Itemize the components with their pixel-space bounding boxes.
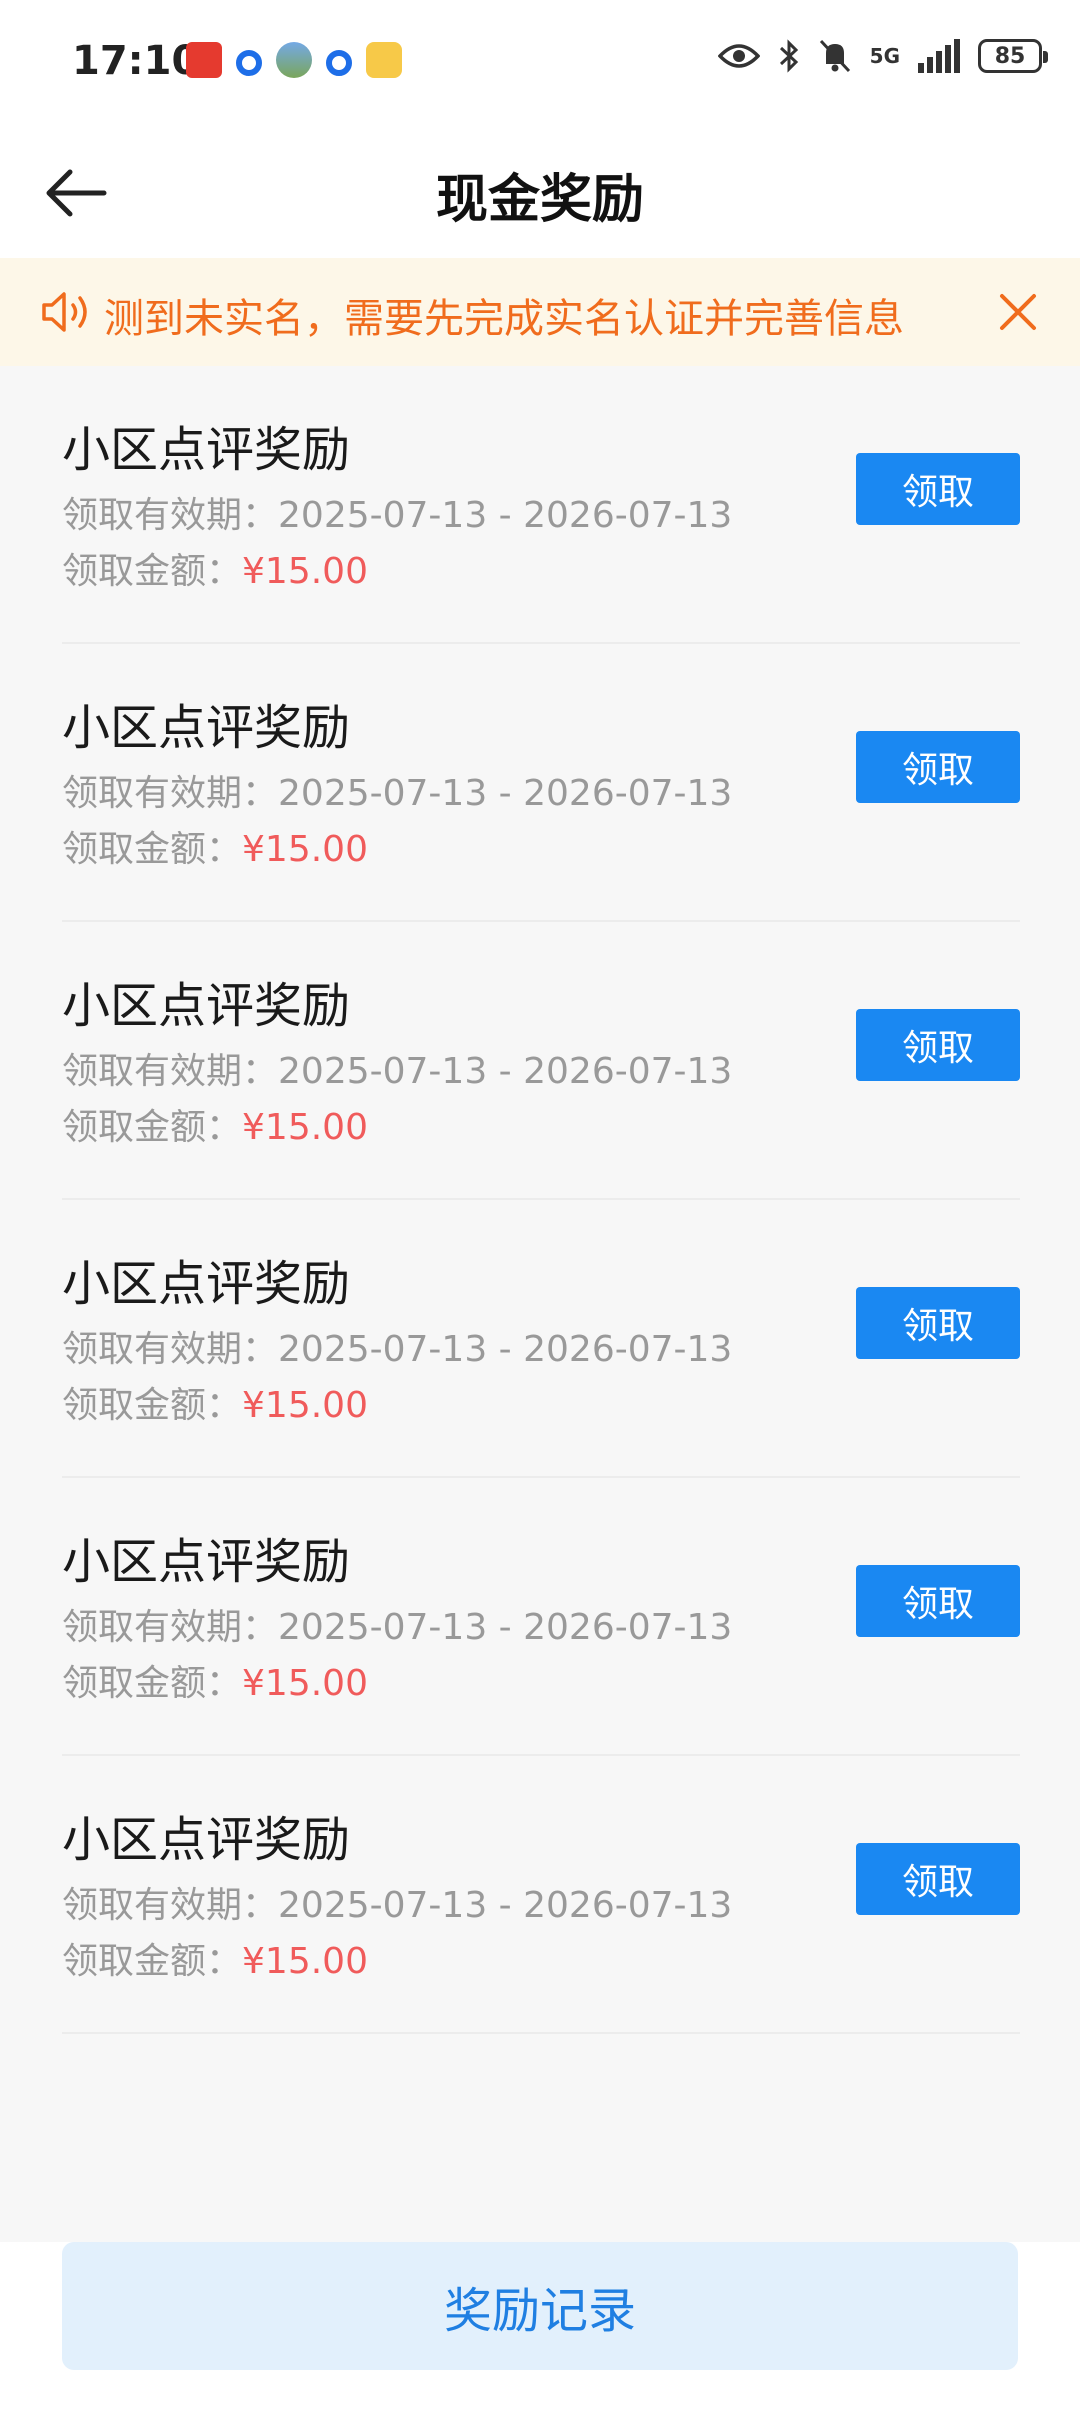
amount-value: ¥15.00 bbox=[242, 1663, 368, 1704]
reward-list: 小区点评奖励 领取有效期：2025-07-13 - 2026-07-13 领取金… bbox=[62, 366, 1020, 2034]
reward-title: 小区点评奖励 bbox=[62, 422, 351, 478]
reward-amount: 领取金额：¥15.00 bbox=[62, 542, 368, 594]
reward-period: 领取有效期：2025-07-13 - 2026-07-13 bbox=[62, 1042, 732, 1094]
claim-button[interactable]: 领取 bbox=[856, 731, 1020, 803]
reward-item: 小区点评奖励 领取有效期：2025-07-13 - 2026-07-13 领取金… bbox=[62, 366, 1020, 644]
reward-records-button[interactable]: 奖励记录 bbox=[62, 2242, 1018, 2370]
bottom-bar: 奖励记录 bbox=[0, 2242, 1080, 2412]
reward-item: 小区点评奖励 领取有效期：2025-07-13 - 2026-07-13 领取金… bbox=[62, 922, 1020, 1200]
claim-button[interactable]: 领取 bbox=[856, 1565, 1020, 1637]
amount-value: ¥15.00 bbox=[242, 1941, 368, 1982]
app-header: 现金奖励 bbox=[0, 125, 1080, 258]
circle-app-icon bbox=[236, 49, 262, 76]
period-value: 2025-07-13 - 2026-07-13 bbox=[278, 495, 733, 536]
reward-title: 小区点评奖励 bbox=[62, 1256, 351, 1312]
notification-icons bbox=[186, 42, 402, 78]
reward-period: 领取有效期：2025-07-13 - 2026-07-13 bbox=[62, 486, 732, 538]
weibo-app-icon bbox=[366, 42, 402, 78]
amount-label: 领取金额： bbox=[62, 1941, 243, 1982]
shopping-app-icon bbox=[186, 42, 222, 78]
period-value: 2025-07-13 - 2026-07-13 bbox=[278, 1329, 733, 1370]
status-time: 17:10 bbox=[72, 38, 200, 84]
reward-title: 小区点评奖励 bbox=[62, 700, 351, 756]
reward-amount: 领取金额：¥15.00 bbox=[62, 1098, 368, 1150]
reward-period: 领取有效期：2025-07-13 - 2026-07-13 bbox=[62, 1598, 732, 1650]
battery-icon: 85 bbox=[978, 39, 1048, 73]
status-indicators: 5G 85 bbox=[717, 38, 1048, 74]
bluetooth-icon bbox=[779, 39, 798, 73]
page-title: 现金奖励 bbox=[435, 170, 644, 230]
period-value: 2025-07-13 - 2026-07-13 bbox=[278, 1885, 733, 1926]
reward-period: 领取有效期：2025-07-13 - 2026-07-13 bbox=[62, 764, 732, 816]
notice-text: 测到未实名，需要先完成实名认证并完善信息 bbox=[104, 296, 904, 342]
reward-amount: 领取金额：¥15.00 bbox=[62, 1654, 368, 1706]
claim-button[interactable]: 领取 bbox=[856, 453, 1020, 525]
reward-title: 小区点评奖励 bbox=[62, 978, 351, 1034]
claim-button[interactable]: 领取 bbox=[856, 1843, 1020, 1915]
speaker-icon bbox=[42, 292, 87, 332]
reward-amount: 领取金额：¥15.00 bbox=[62, 1932, 368, 1984]
reward-item: 小区点评奖励 领取有效期：2025-07-13 - 2026-07-13 领取金… bbox=[62, 1756, 1020, 2034]
status-bar: 17:10 5G 85 bbox=[0, 0, 1080, 125]
signal-icon bbox=[918, 39, 960, 73]
claim-button[interactable]: 领取 bbox=[856, 1287, 1020, 1359]
period-label: 领取有效期： bbox=[62, 1051, 279, 1092]
period-label: 领取有效期： bbox=[62, 1607, 279, 1648]
network-type: 5G bbox=[869, 44, 900, 68]
period-label: 领取有效期： bbox=[62, 495, 279, 536]
reward-item: 小区点评奖励 领取有效期：2025-07-13 - 2026-07-13 领取金… bbox=[62, 1200, 1020, 1478]
period-label: 领取有效期： bbox=[62, 1885, 279, 1926]
amount-value: ¥15.00 bbox=[242, 829, 368, 870]
amount-value: ¥15.00 bbox=[242, 1385, 368, 1426]
reward-period: 领取有效期：2025-07-13 - 2026-07-13 bbox=[62, 1876, 732, 1928]
period-label: 领取有效期： bbox=[62, 1329, 279, 1370]
amount-label: 领取金额： bbox=[62, 1385, 243, 1426]
period-value: 2025-07-13 - 2026-07-13 bbox=[278, 1051, 733, 1092]
period-label: 领取有效期： bbox=[62, 773, 279, 814]
reward-title: 小区点评奖励 bbox=[62, 1534, 351, 1590]
eye-icon bbox=[717, 44, 760, 68]
circle-app-icon bbox=[326, 49, 352, 76]
amount-label: 领取金额： bbox=[62, 1107, 243, 1148]
reward-item: 小区点评奖励 领取有效期：2025-07-13 - 2026-07-13 领取金… bbox=[62, 644, 1020, 922]
photo-app-icon bbox=[276, 42, 312, 78]
amount-value: ¥15.00 bbox=[242, 1107, 368, 1148]
reward-title: 小区点评奖励 bbox=[62, 1812, 351, 1868]
amount-label: 领取金额： bbox=[62, 551, 243, 592]
period-value: 2025-07-13 - 2026-07-13 bbox=[278, 1607, 733, 1648]
claim-button[interactable]: 领取 bbox=[856, 1009, 1020, 1081]
amount-label: 领取金额： bbox=[62, 1663, 243, 1704]
reward-amount: 领取金额：¥15.00 bbox=[62, 1376, 368, 1428]
close-notice-button[interactable] bbox=[986, 280, 1050, 344]
reward-period: 领取有效期：2025-07-13 - 2026-07-13 bbox=[62, 1320, 732, 1372]
battery-level: 85 bbox=[994, 43, 1026, 69]
reward-amount: 领取金额：¥15.00 bbox=[62, 820, 368, 872]
close-icon bbox=[1000, 294, 1036, 330]
mute-bell-icon bbox=[819, 39, 850, 73]
amount-value: ¥15.00 bbox=[242, 551, 368, 592]
reward-item: 小区点评奖励 领取有效期：2025-07-13 - 2026-07-13 领取金… bbox=[62, 1478, 1020, 1756]
period-value: 2025-07-13 - 2026-07-13 bbox=[278, 773, 733, 814]
amount-label: 领取金额： bbox=[62, 829, 243, 870]
notice-bar[interactable]: 测到未实名，需要先完成实名认证并完善信息 bbox=[0, 258, 1080, 366]
